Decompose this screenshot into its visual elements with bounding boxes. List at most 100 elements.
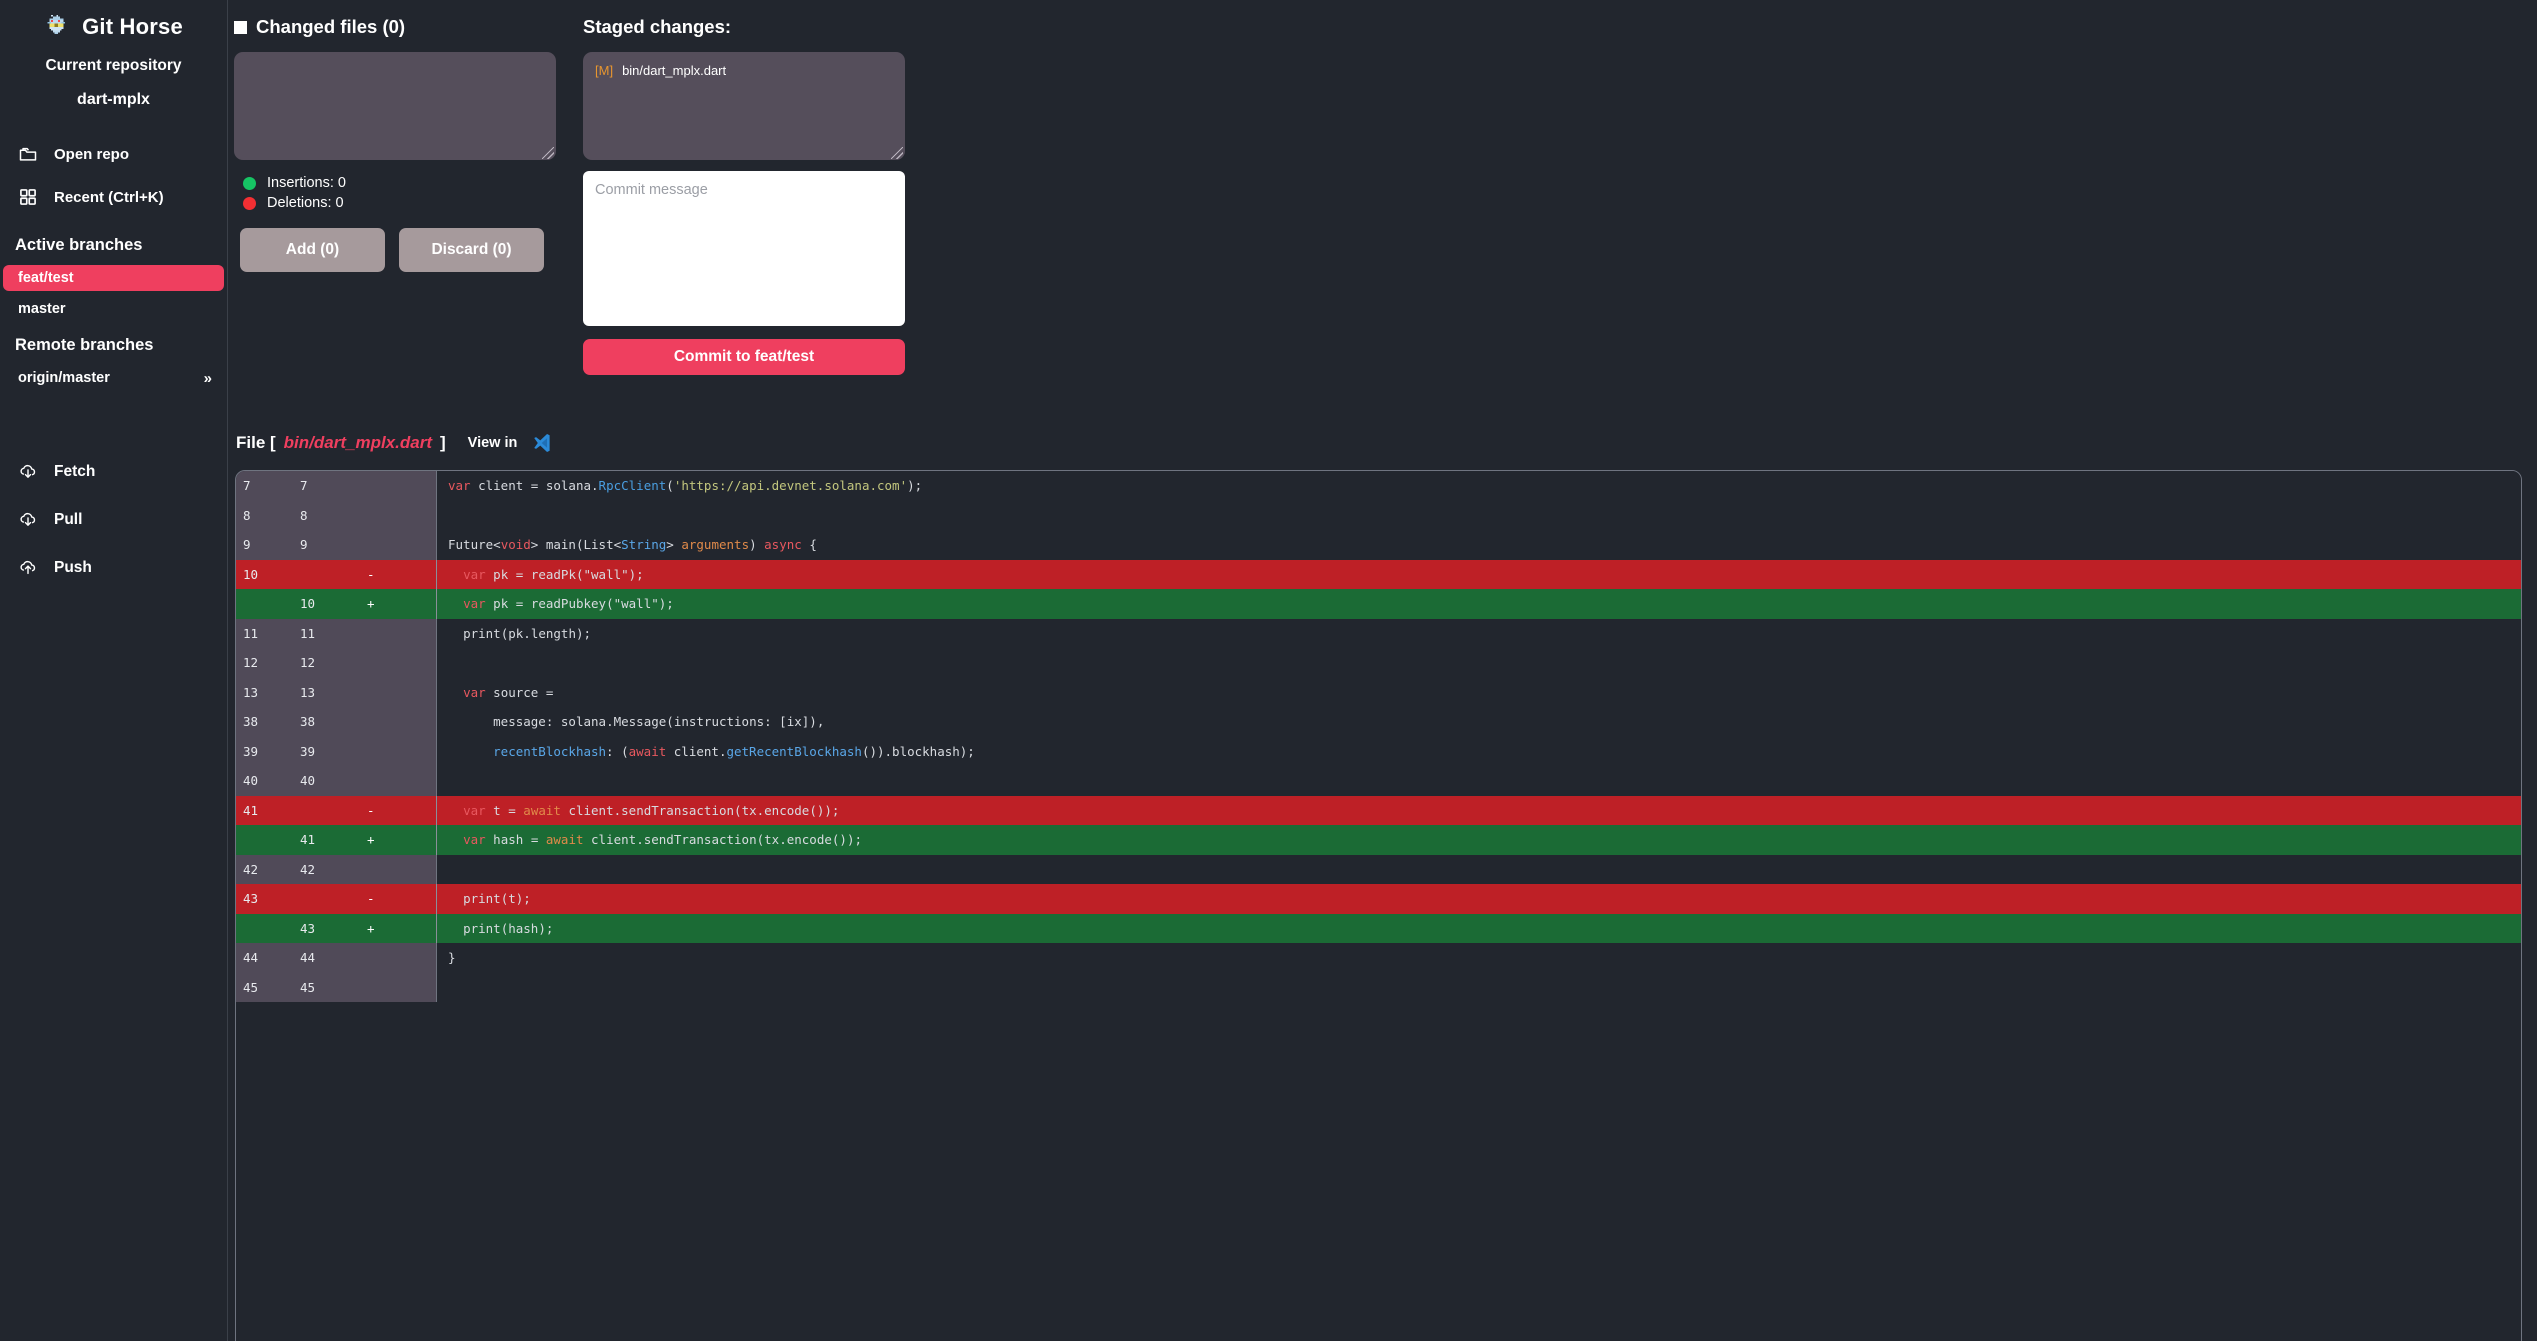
diff-row-del: 43 - print(t);	[236, 884, 2521, 914]
diff-row-ctx: 39 39 recentBlockhash: (await client.getR…	[236, 736, 2521, 766]
new-line-number: 43	[300, 920, 316, 936]
diff-code-line: print(hash);	[436, 913, 2521, 943]
new-line-number: 12	[300, 655, 316, 670]
diff-row-ctx: 40 40	[236, 766, 2521, 796]
sidebar-action-push[interactable]: Push	[0, 551, 227, 585]
sidebar-action-fetch[interactable]: Fetch	[0, 455, 227, 489]
diff-gutter: 13 13	[236, 677, 436, 708]
diff-gutter: 10 -	[236, 559, 436, 589]
discard-button[interactable]: Discard (0)	[399, 228, 544, 272]
diff-code-line: var pk = readPubkey("wall");	[436, 589, 2521, 619]
staged-files-list[interactable]: [M] bin/dart_mplx.dart	[583, 52, 905, 160]
file-header-suffix: ]	[439, 433, 446, 452]
diff-row-del: 41 - var t = await client.sendTransaction…	[236, 795, 2521, 825]
sidebar-action-label: Pull	[54, 511, 83, 528]
diff-code-line: var t = await client.sendTransaction(tx.…	[436, 795, 2521, 825]
current-repository-label: Current repository	[45, 57, 182, 74]
diff-code-line: print(pk.length);	[436, 618, 2521, 648]
diff-sign	[336, 943, 396, 973]
diff-code-line: var pk = readPk("wall");	[436, 559, 2521, 589]
sidebar: Git Horse Current repository dart-mplx O…	[0, 0, 228, 1341]
branch-label: master	[18, 301, 66, 317]
diff-row-ctx: 42 42	[236, 854, 2521, 884]
branch-item-origin-master[interactable]: origin/master »	[3, 365, 224, 391]
sidebar-item-recent[interactable]: Recent (Ctrl+K)	[0, 180, 227, 214]
diff-code-line	[436, 766, 2521, 796]
new-line-number: 9	[300, 537, 308, 552]
diff-sign	[336, 707, 396, 737]
diff-code-line	[436, 648, 2521, 678]
diff-gutter: 44 44	[236, 943, 436, 973]
old-line-number	[236, 589, 280, 619]
deletions-dot-icon	[243, 196, 256, 210]
changed-files-panel: Changed files (0) Insertions: 0 Deletion…	[234, 14, 564, 272]
main-content: Changed files (0) Insertions: 0 Deletion…	[228, 0, 2537, 1341]
changed-files-list[interactable]	[234, 52, 556, 160]
diff-sign: -	[367, 891, 375, 906]
diff-code-line: var client = solana.RpcClient('https://a…	[436, 471, 2521, 501]
commit-button[interactable]: Commit to feat/test	[583, 339, 905, 375]
staged-file-row[interactable]: [M] bin/dart_mplx.dart	[595, 62, 893, 80]
old-line-number	[236, 914, 280, 944]
resize-handle-icon[interactable]	[542, 147, 554, 159]
diff-code-line	[436, 854, 2521, 884]
sidebar-item-label: Recent (Ctrl+K)	[54, 188, 164, 206]
diff-sign: +	[367, 832, 375, 847]
diff-sign	[336, 619, 396, 649]
old-line-number: 9	[243, 537, 251, 552]
old-line-number: 43	[243, 891, 259, 906]
diff-sign	[336, 501, 396, 531]
diff-gutter: 39 39	[236, 736, 436, 766]
insertions-row: Insertions: 0	[234, 174, 564, 192]
new-line-number: 11	[300, 625, 316, 641]
branch-item-master[interactable]: master	[3, 296, 224, 322]
brand-title: Git Horse	[82, 14, 183, 39]
diff-code-line	[436, 972, 2521, 1002]
diff-row-add: 41 + var hash = await client.sendTransact…	[236, 825, 2521, 855]
new-line-number: 40	[300, 773, 316, 788]
old-line-number: 44	[243, 950, 259, 965]
new-line-number: 7	[300, 478, 308, 493]
diff-gutter: 45 45	[236, 972, 436, 1002]
vscode-icon[interactable]	[525, 432, 552, 454]
staged-changes-title: Staged changes:	[583, 16, 732, 37]
commit-message-input[interactable]	[583, 171, 905, 326]
diff-sign: -	[367, 802, 375, 818]
changed-files-header: Changed files (0)	[234, 14, 564, 40]
diff-row-ctx: 38 38 message: solana.Message(instruction…	[236, 707, 2521, 737]
diff-rows: 7 7 var client = solana.RpcClient('https:/…	[236, 471, 2521, 1002]
add-button[interactable]: Add (0)	[240, 228, 385, 272]
sidebar-item-open-repo[interactable]: Open repo	[0, 137, 227, 171]
diff-row-ctx: 44 44}	[236, 943, 2521, 973]
deletions-row: Deletions: 0	[234, 194, 564, 212]
select-all-checkbox[interactable]	[234, 20, 247, 34]
branch-label: origin/master	[18, 370, 110, 386]
staged-changes-header: Staged changes:	[583, 14, 913, 40]
diff-sign	[336, 678, 396, 708]
diff-code-line: print(t);	[436, 884, 2521, 914]
old-line-number: 41	[243, 802, 259, 818]
chevron-right-double-icon[interactable]: »	[204, 370, 212, 387]
new-line-number: 41	[300, 832, 316, 847]
branch-label: feat/test	[18, 270, 74, 286]
old-line-number	[236, 825, 280, 855]
diff-sign	[336, 530, 396, 560]
horse-logo-icon	[44, 13, 72, 41]
view-in-label: View in	[467, 435, 518, 451]
stage-actions: Add (0) Discard (0)	[234, 228, 564, 272]
repository-name[interactable]: dart-mplx	[0, 91, 227, 109]
diff-viewer[interactable]: 7 7 var client = solana.RpcClient('https:/…	[235, 470, 2522, 1341]
new-line-number: 44	[300, 950, 316, 965]
diff-row-del: 10 - var pk = readPk("wall");	[236, 559, 2521, 589]
resize-handle-icon[interactable]	[891, 147, 903, 159]
sidebar-action-pull[interactable]: Pull	[0, 503, 227, 537]
branch-item-feat-test[interactable]: feat/test	[3, 265, 224, 291]
grid-icon	[18, 187, 38, 207]
diff-gutter: 42 42	[236, 854, 436, 884]
diff-row-ctx: 12 12	[236, 648, 2521, 678]
diff-code-line: }	[436, 943, 2521, 973]
diff-stats: Insertions: 0 Deletions: 0	[234, 174, 564, 212]
diff-code-line: recentBlockhash: (await client.getRecent…	[436, 736, 2521, 766]
old-line-number: 38	[243, 714, 259, 729]
diff-sign: -	[367, 566, 375, 582]
